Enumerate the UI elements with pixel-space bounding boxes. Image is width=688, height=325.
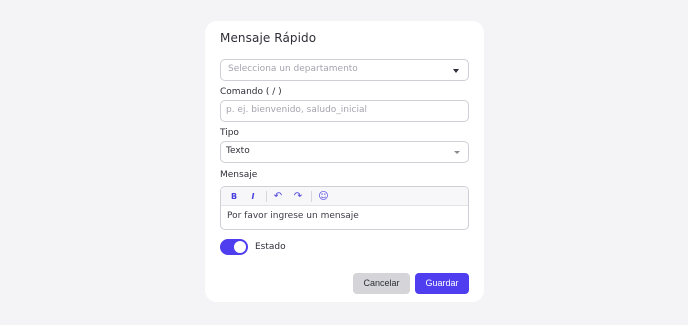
- department-select[interactable]: Selecciona un departamento: [220, 59, 469, 81]
- command-input-placeholder: p. ej. bienvenido, saludo_inicial: [226, 105, 367, 115]
- department-select-placeholder: Selecciona un departamento: [228, 64, 358, 74]
- command-label: Comando ( / ): [220, 87, 282, 97]
- toggle-knob: [234, 241, 246, 253]
- bold-button[interactable]: B: [229, 190, 239, 203]
- chevron-down-icon: [454, 151, 460, 154]
- editor-toolbar: B I ↶ ↷ ☺: [221, 187, 468, 206]
- modal-title: Mensaje Rápido: [220, 31, 317, 45]
- italic-button[interactable]: I: [248, 190, 258, 203]
- cancel-button[interactable]: Cancelar: [353, 273, 410, 294]
- quick-message-modal: Mensaje Rápido Selecciona un departament…: [205, 21, 484, 302]
- type-label: Tipo: [220, 128, 239, 138]
- save-button[interactable]: Guardar: [415, 273, 469, 294]
- command-input[interactable]: p. ej. bienvenido, saludo_inicial: [220, 100, 469, 122]
- emoji-icon[interactable]: ☺: [317, 190, 330, 203]
- toolbar-divider: [311, 191, 312, 202]
- undo-icon[interactable]: ↶: [272, 190, 284, 203]
- chevron-down-icon: [453, 69, 459, 73]
- type-select-value: Texto: [226, 146, 250, 156]
- message-label: Mensaje: [220, 170, 258, 180]
- message-editor[interactable]: B I ↶ ↷ ☺ Por favor ingrese un mensaje: [220, 186, 469, 230]
- redo-icon[interactable]: ↷: [292, 190, 304, 203]
- toolbar-divider: [266, 191, 267, 202]
- status-label: Estado: [255, 242, 286, 252]
- status-toggle[interactable]: [220, 239, 248, 255]
- type-select[interactable]: Texto: [220, 141, 469, 163]
- message-editor-text[interactable]: Por favor ingrese un mensaje: [227, 211, 359, 221]
